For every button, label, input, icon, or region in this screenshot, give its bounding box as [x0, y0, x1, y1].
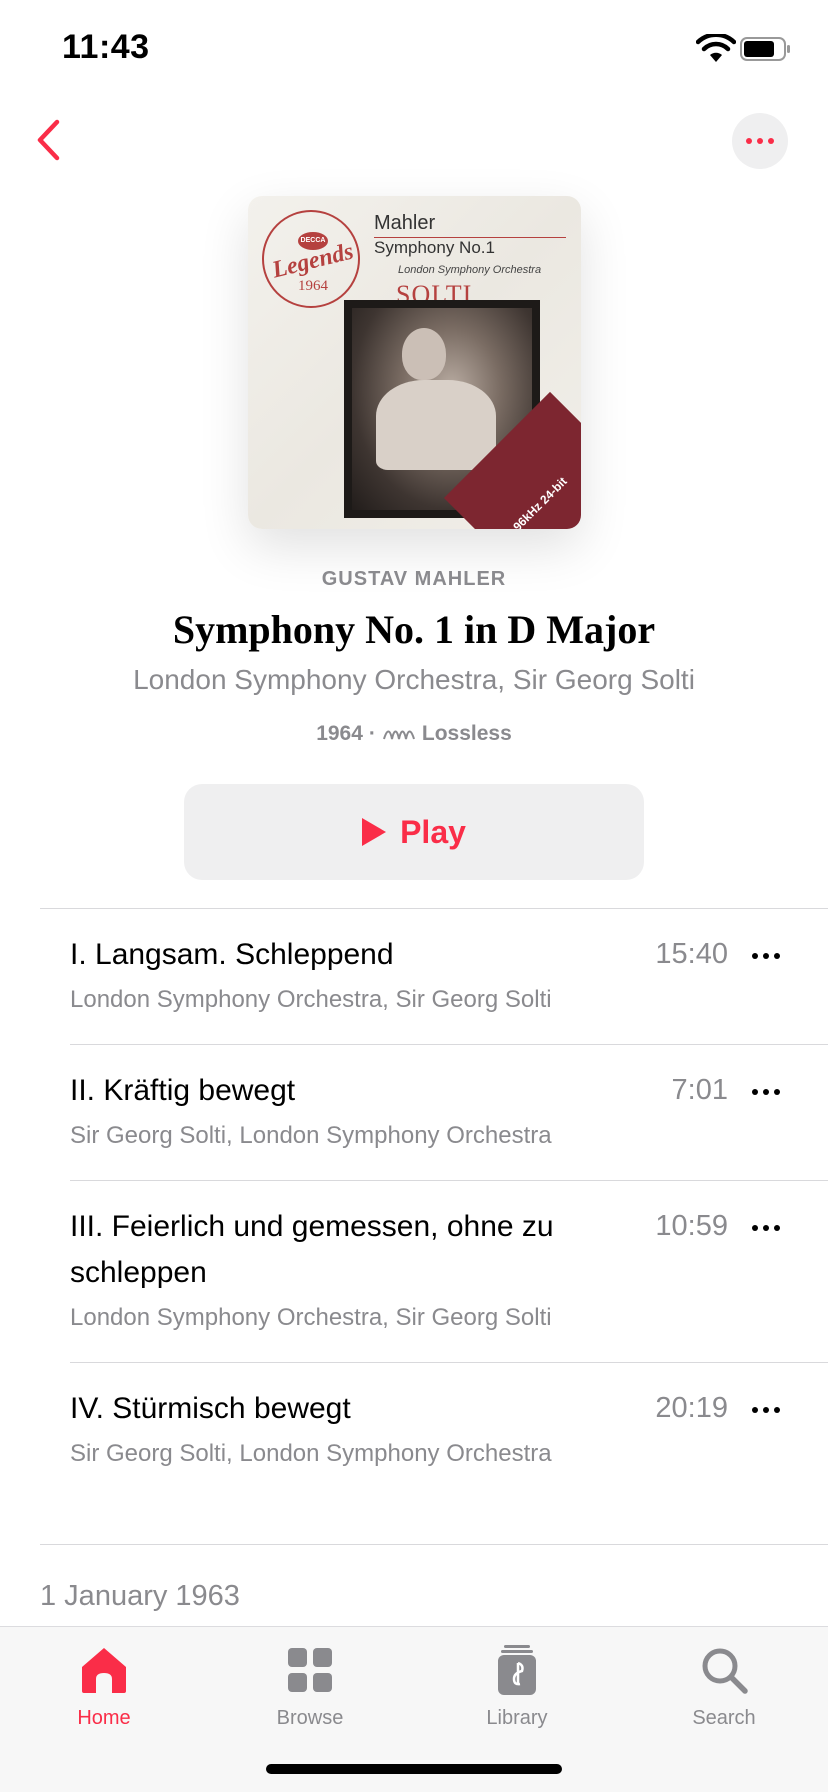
track-title: IV. Stürmisch bewegt: [70, 1392, 351, 1425]
tab-label: Library: [486, 1707, 548, 1729]
home-indicator: [266, 1764, 562, 1774]
play-icon: [362, 818, 387, 846]
browse-grid-icon: [288, 1648, 332, 1692]
artwork-composer: Mahler: [374, 212, 436, 234]
track-more-button[interactable]: [752, 1400, 780, 1420]
lossless-icon: [382, 730, 415, 740]
track-artists: Sir Georg Solti, London Symphony Orchest…: [70, 1440, 552, 1467]
track-row[interactable]: III. Feierlich und gemessen, ohne zu sch…: [70, 1204, 828, 1332]
track-duration: 20:19: [655, 1392, 728, 1424]
home-icon: [82, 1648, 126, 1693]
track-more-button[interactable]: [752, 1082, 780, 1102]
track-row[interactable]: II. Kräftig bewegt Sir Georg Solti, Lond…: [70, 1068, 828, 1150]
album-artist[interactable]: GUSTAV MAHLER: [0, 568, 828, 591]
track-row[interactable]: IV. Stürmisch bewegt Sir Georg Solti, Lo…: [70, 1386, 828, 1468]
battery-icon: [740, 37, 790, 61]
track-duration: 15:40: [655, 938, 728, 970]
tab-search[interactable]: Search: [644, 1637, 804, 1737]
track-duration: 10:59: [655, 1210, 728, 1242]
wifi-icon: [696, 34, 736, 62]
track-title: II. Kräftig bewegt: [70, 1074, 296, 1107]
meta-separator: ·: [368, 722, 376, 745]
play-label: Play: [400, 813, 466, 850]
chevron-left-icon: [37, 119, 60, 161]
divider: [70, 1044, 828, 1045]
track-row[interactable]: I. Langsam. Schleppend London Symphony O…: [70, 932, 828, 1014]
track-artists: London Symphony Orchestra, Sir Georg Sol…: [70, 1304, 552, 1331]
search-icon: [702, 1648, 748, 1694]
track-title: I. Langsam. Schleppend: [70, 938, 394, 971]
track-artists: London Symphony Orchestra, Sir Georg Sol…: [70, 986, 552, 1013]
track-duration: 7:01: [671, 1074, 728, 1106]
album-meta: 1964 · Lossless: [0, 722, 828, 746]
status-bar: 11:43: [0, 0, 828, 100]
tab-library[interactable]: Library: [437, 1637, 597, 1737]
status-time: 11:43: [62, 28, 150, 66]
back-button[interactable]: [18, 110, 78, 170]
album-subtitle[interactable]: London Symphony Orchestra, Sir Georg Sol…: [0, 664, 828, 696]
tab-home[interactable]: Home: [24, 1637, 184, 1737]
library-icon: [498, 1645, 536, 1695]
album-year: 1964: [316, 722, 363, 745]
release-date: 1 January 1963: [40, 1580, 240, 1612]
artwork-work: Symphony No.1: [374, 238, 495, 257]
album-artwork[interactable]: DECCA Legends 1964 Mahler Symphony No.1 …: [248, 196, 581, 529]
track-more-button[interactable]: [752, 1218, 780, 1238]
divider: [70, 1180, 828, 1181]
divider: [70, 1362, 828, 1363]
track-more-button[interactable]: [752, 946, 780, 966]
track-artists: Sir Georg Solti, London Symphony Orchest…: [70, 1122, 552, 1149]
album-title: Symphony No. 1 in D Major: [172, 607, 656, 652]
divider: [40, 1544, 828, 1545]
tab-label: Search: [692, 1707, 756, 1729]
divider: [40, 908, 828, 909]
artwork-orchestra: London Symphony Orchestra: [398, 264, 542, 276]
more-options-button[interactable]: [732, 113, 788, 169]
legends-seal-logo: DECCA Legends 1964: [262, 210, 360, 308]
tab-label: Browse: [276, 1707, 344, 1729]
ellipsis-icon: [746, 138, 752, 144]
tab-label: Home: [77, 1707, 131, 1729]
album-quality: Lossless: [421, 722, 512, 745]
tab-browse[interactable]: Browse: [230, 1637, 390, 1737]
track-title: III. Feierlich und gemessen, ohne zu sch…: [70, 1210, 554, 1289]
play-button[interactable]: Play: [184, 784, 644, 880]
